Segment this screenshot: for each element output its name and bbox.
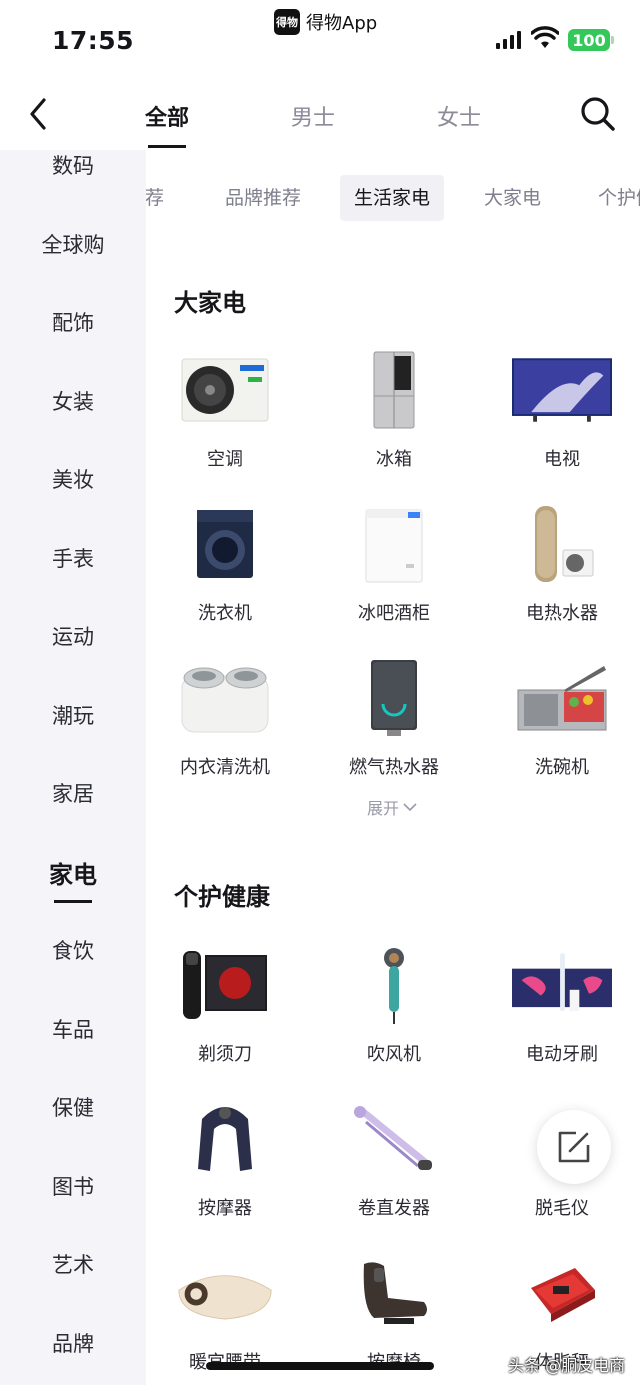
status-bar: 17:55 得物 得物App 100 bbox=[0, 0, 640, 72]
section-title-personal-care: 个护健康 bbox=[174, 883, 270, 911]
status-time: 17:55 bbox=[52, 26, 135, 55]
chevron-down-icon bbox=[403, 803, 417, 812]
tab-all[interactable]: 全部 bbox=[145, 100, 189, 132]
category-label: 冰吧酒柜 bbox=[358, 603, 430, 624]
sidebar-item-accessories[interactable]: 配饰 bbox=[0, 307, 146, 337]
sidebar-item-digital[interactable]: 数码 bbox=[0, 150, 146, 180]
sidebar-item-home[interactable]: 家居 bbox=[0, 778, 146, 808]
battery-icon: 100 bbox=[568, 29, 610, 51]
category-item[interactable]: 电热水器 bbox=[478, 499, 640, 649]
tv-icon bbox=[512, 345, 612, 435]
subtab-brand-recommend[interactable]: 品牌推荐 bbox=[225, 175, 301, 221]
category-label: 洗衣机 bbox=[198, 603, 252, 624]
category-item[interactable]: 洗衣机 bbox=[141, 499, 309, 649]
neck-massager-icon bbox=[175, 1094, 275, 1184]
wifi-icon bbox=[531, 26, 559, 48]
section-title-large-appliances: 大家电 bbox=[174, 289, 246, 317]
air-conditioner-icon bbox=[175, 345, 275, 435]
category-label: 电动牙刷 bbox=[526, 1044, 598, 1065]
category-item[interactable]: 按摩器 bbox=[141, 1094, 309, 1244]
category-label: 卷直发器 bbox=[358, 1198, 430, 1219]
subtab-large-appliances[interactable]: 大家电 bbox=[484, 175, 541, 221]
sidebar-item-health[interactable]: 保健 bbox=[0, 1092, 146, 1122]
category-label: 空调 bbox=[207, 449, 243, 470]
category-item[interactable]: 内衣清洗机 bbox=[141, 653, 309, 803]
refrigerator-icon bbox=[344, 345, 444, 435]
battery-cap bbox=[611, 36, 614, 44]
category-label: 按摩椅 bbox=[310, 1348, 478, 1374]
top-nav: 全部 男士 女士 bbox=[0, 72, 640, 150]
tab-men[interactable]: 男士 bbox=[291, 100, 335, 132]
category-label: 吹风机 bbox=[367, 1044, 421, 1065]
category-label: 按摩器 bbox=[198, 1198, 252, 1219]
watermark: 头条 @胴皮电商 bbox=[508, 1356, 626, 1375]
category-item[interactable]: 冰吧酒柜 bbox=[310, 499, 478, 649]
category-label: 暖宫腰带 bbox=[141, 1348, 309, 1374]
chest-freezer-icon bbox=[344, 499, 444, 589]
dishwasher-icon bbox=[512, 653, 612, 743]
category-label: 冰箱 bbox=[376, 449, 412, 470]
category-item[interactable]: 电视 bbox=[478, 345, 640, 495]
electric-toothbrush-icon bbox=[512, 940, 612, 1030]
subtab-life-appliances[interactable]: 生活家电 bbox=[340, 175, 445, 221]
home-indicator[interactable] bbox=[206, 1362, 434, 1370]
subtab-personal-care[interactable]: 个护健康 bbox=[598, 175, 640, 221]
category-item[interactable]: 卷直发器 bbox=[310, 1094, 478, 1244]
category-label: 内衣清洗机 bbox=[180, 757, 270, 778]
edit-icon bbox=[558, 1131, 590, 1163]
category-item[interactable]: 燃气热水器 bbox=[310, 653, 478, 803]
sidebar-item-appliances[interactable]: 家电 bbox=[0, 855, 146, 890]
sidebar-active-underline bbox=[54, 900, 92, 903]
sidebar-item-food[interactable]: 食饮 bbox=[0, 935, 146, 965]
app-logo-icon: 得物 bbox=[274, 9, 300, 35]
sidebar-item-brands[interactable]: 品牌 bbox=[0, 1328, 146, 1358]
water-heater-icon bbox=[512, 499, 612, 589]
category-sidebar[interactable]: 数码 全球购 配饰 女装 美妆 手表 运动 潮玩 家居 家电 食饮 车品 保健 … bbox=[0, 150, 146, 1385]
app-name: 得物App bbox=[306, 13, 378, 34]
cellular-signal-icon bbox=[496, 31, 521, 49]
underwear-washer-icon bbox=[175, 653, 275, 743]
category-label: 剃须刀 bbox=[198, 1044, 252, 1065]
hair-curler-icon bbox=[344, 1094, 444, 1184]
chevron-left-icon[interactable] bbox=[24, 94, 56, 134]
hair-dryer-icon bbox=[344, 940, 444, 1030]
category-item[interactable]: 冰箱 bbox=[310, 345, 478, 495]
tab-women[interactable]: 女士 bbox=[437, 100, 481, 132]
subcategory-tabs: 推荐 品牌推荐 生活家电 大家电 个护健康 bbox=[146, 175, 640, 225]
sidebar-item-beauty[interactable]: 美妆 bbox=[0, 464, 146, 494]
expand-label: 展开 bbox=[367, 799, 400, 818]
sidebar-item-global[interactable]: 全球购 bbox=[0, 229, 146, 259]
search-icon[interactable] bbox=[578, 94, 618, 134]
warming-belt-icon bbox=[175, 1248, 275, 1338]
washing-machine-icon bbox=[175, 499, 275, 589]
subtab-recommend[interactable]: 推荐 bbox=[146, 175, 164, 221]
edit-button[interactable] bbox=[537, 1110, 611, 1184]
shaver-icon bbox=[175, 940, 275, 1030]
sidebar-item-books[interactable]: 图书 bbox=[0, 1171, 146, 1201]
massage-chair-icon bbox=[344, 1248, 444, 1338]
app-indicator: 得物 得物App bbox=[274, 9, 377, 35]
sidebar-item-car[interactable]: 车品 bbox=[0, 1014, 146, 1044]
body-scale-icon bbox=[512, 1248, 612, 1338]
category-label: 电热水器 bbox=[526, 603, 598, 624]
category-item[interactable]: 剃须刀 bbox=[141, 940, 309, 1090]
sidebar-item-sports[interactable]: 运动 bbox=[0, 621, 146, 651]
sidebar-item-art[interactable]: 艺术 bbox=[0, 1249, 146, 1279]
expand-button[interactable]: 展开 bbox=[367, 795, 417, 819]
sidebar-item-watches[interactable]: 手表 bbox=[0, 543, 146, 573]
category-item[interactable]: 洗碗机 bbox=[478, 653, 640, 803]
tab-active-underline bbox=[148, 145, 186, 148]
gas-water-heater-icon bbox=[344, 653, 444, 743]
category-label: 脱毛仪 bbox=[535, 1198, 589, 1219]
category-label: 电视 bbox=[544, 449, 580, 470]
category-item[interactable]: 空调 bbox=[141, 345, 309, 495]
sidebar-item-toys[interactable]: 潮玩 bbox=[0, 700, 146, 730]
category-label: 洗碗机 bbox=[535, 757, 589, 778]
sidebar-item-womenswear[interactable]: 女装 bbox=[0, 386, 146, 416]
category-item[interactable]: 吹风机 bbox=[310, 940, 478, 1090]
category-label: 燃气热水器 bbox=[349, 757, 439, 778]
category-item[interactable]: 电动牙刷 bbox=[478, 940, 640, 1090]
